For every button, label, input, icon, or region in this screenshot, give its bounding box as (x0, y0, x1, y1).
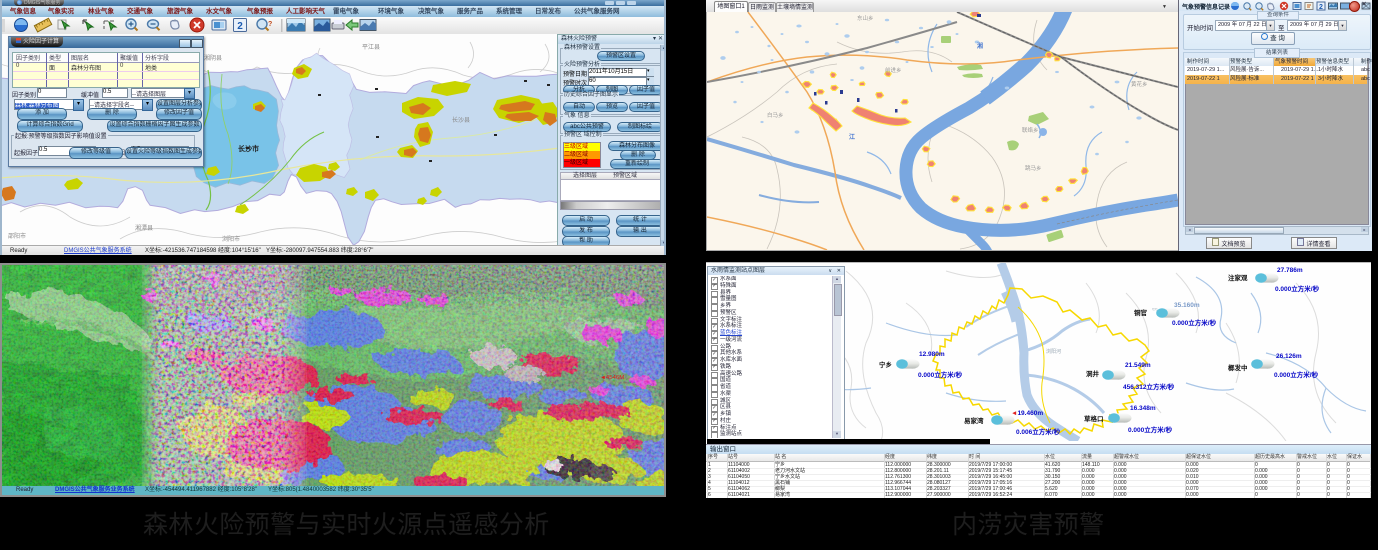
svg-text:湘: 湘 (977, 42, 983, 50)
svg-text:2: 2 (1319, 4, 1323, 11)
svg-text:0.000立方米/秒: 0.000立方米/秒 (1172, 318, 1217, 327)
svg-text:26.126m: 26.126m (1276, 353, 1302, 360)
svg-text:?: ? (268, 21, 272, 28)
svg-text:邵阳市: 邵阳市 (8, 232, 26, 240)
svg-text:湘潭县: 湘潭县 (135, 224, 153, 232)
svg-text:0.000立方米/秒: 0.000立方米/秒 (1128, 425, 1173, 434)
svg-text:0.000立方米/秒: 0.000立方米/秒 (918, 370, 963, 379)
svg-text:2: 2 (237, 21, 243, 32)
svg-text:27.786m: 27.786m (1277, 267, 1303, 274)
svg-text:◄4546M: ◄4546M (600, 375, 624, 381)
svg-text:0.000立方米/秒: 0.000立方米/秒 (1275, 284, 1320, 293)
svg-text:跳马乡: 跳马乡 (1025, 164, 1042, 172)
svg-text:浏阳市: 浏阳市 (222, 235, 240, 243)
svg-text:12.980m: 12.980m (919, 351, 945, 358)
svg-text:草格口: 草格口 (1084, 414, 1104, 423)
svg-text:21.549m: 21.549m (1125, 362, 1151, 369)
svg-text:◄19.460m: ◄19.460m (1011, 410, 1043, 417)
svg-text:长沙市: 长沙市 (238, 144, 259, 153)
svg-text:注家观: 注家观 (1228, 273, 1248, 282)
svg-text:铜官: 铜官 (1134, 308, 1148, 317)
svg-text:湘阴县: 湘阴县 (204, 54, 222, 62)
svg-text:洞井: 洞井 (1086, 369, 1100, 378)
svg-text:0.000立方米/秒: 0.000立方米/秒 (1274, 370, 1319, 379)
svg-text:黄花乡: 黄花乡 (1131, 80, 1148, 88)
svg-text:白马乡: 白马乡 (767, 111, 784, 119)
svg-text:东山乡: 东山乡 (857, 14, 874, 22)
svg-text:榔发中: 榔发中 (1228, 363, 1248, 372)
svg-text:≈≈: ≈≈ (1152, 307, 1158, 313)
svg-text:16.348m: 16.348m (1130, 405, 1156, 412)
svg-text:平江县: 平江县 (362, 44, 380, 51)
svg-text:联络乡: 联络乡 (1022, 126, 1039, 134)
svg-text:35.160m: 35.160m (1174, 302, 1200, 309)
svg-text:浏阳河: 浏阳河 (1046, 348, 1061, 355)
svg-text:江: 江 (849, 133, 855, 141)
svg-text:0.006立方米/秒: 0.006立方米/秒 (1016, 427, 1061, 436)
svg-text:456.312立方米/秒: 456.312立方米/秒 (1123, 382, 1175, 391)
svg-text:易家湾: 易家湾 (964, 416, 984, 425)
svg-text:前进乡: 前进乡 (885, 66, 902, 74)
svg-text:宁乡: 宁乡 (879, 360, 892, 369)
svg-text:长沙县: 长沙县 (452, 116, 470, 124)
